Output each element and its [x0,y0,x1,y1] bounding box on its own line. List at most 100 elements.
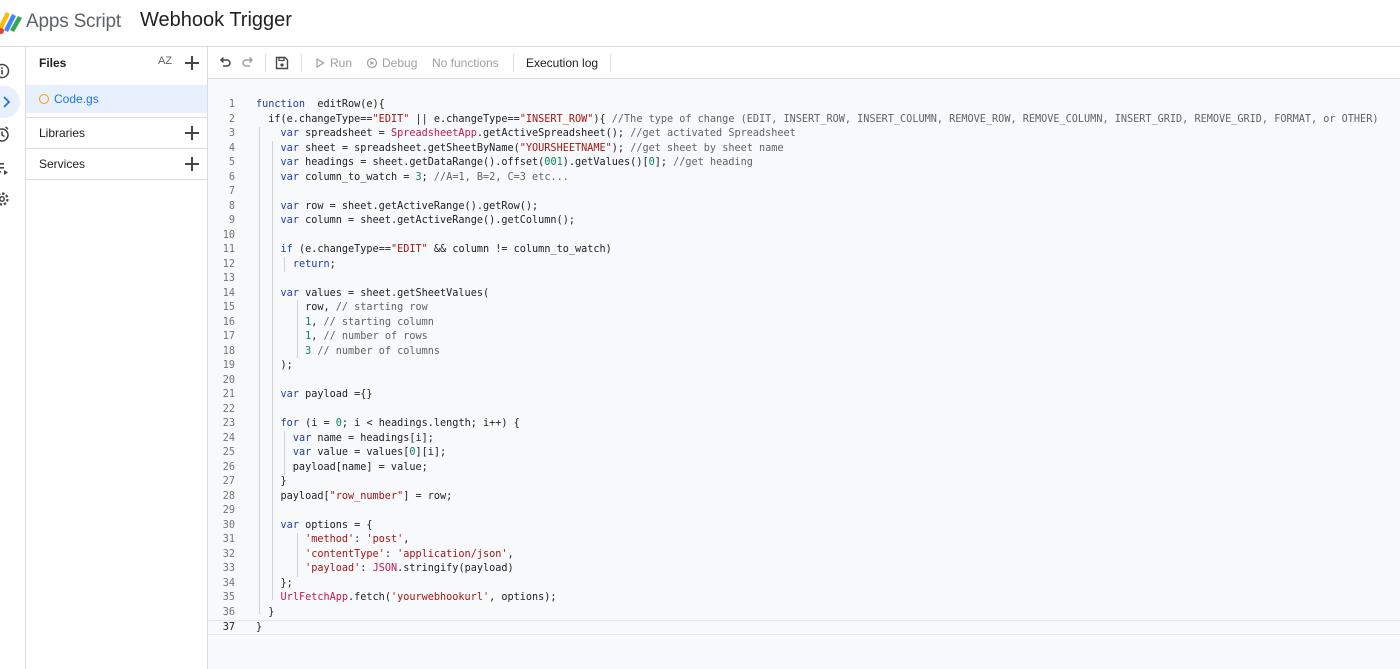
function-select[interactable]: No functions [432,47,499,79]
code-line[interactable]: 26 payload[name] = value; [208,461,1400,476]
files-header: Files AZ [26,47,207,79]
code-line[interactable]: 16 1, // starting column [208,316,1400,331]
code-token: //get sheet by sheet name [630,142,784,154]
code-line[interactable]: 8 var row = sheet.getActiveRange().getRo… [208,200,1400,215]
executions-button[interactable] [0,156,14,180]
code-token: : [384,548,398,560]
code-line[interactable]: 2 if(e.changeType=="EDIT" || e.changeTyp… [208,113,1400,128]
overview-button[interactable] [0,59,14,83]
line-number: 34 [222,577,235,589]
toolbar-separator [301,54,302,72]
redo-button[interactable] [241,47,255,79]
line-text: var sheet = spreadsheet.getSheetByName("… [256,142,784,157]
code-line[interactable]: 4 var sheet = spreadsheet.getSheetByName… [208,142,1400,157]
code-line[interactable]: 32 'contentType': 'application/json', [208,548,1400,563]
code-line[interactable]: 21 var payload ={} [208,388,1400,403]
code-line[interactable]: 24 var name = headings[i]; [208,432,1400,447]
editor-button[interactable] [0,86,20,118]
line-text: var row = sheet.getActiveRange().getRow(… [256,200,539,215]
code-token: var [280,171,299,183]
services-section[interactable]: Services [26,149,207,179]
line-text: }; [256,577,293,592]
code-token: for [280,418,299,429]
line-text: var column_to_watch = 3; //A=1, B=2, C=3… [256,171,569,186]
product-name[interactable]: Apps Script [26,11,121,33]
code-line[interactable]: 6 var column_to_watch = 3; //A=1, B=2, C… [208,171,1400,186]
code-line[interactable]: 25 var value = values[0][i]; [208,446,1400,461]
run-button[interactable]: Run [315,47,352,79]
line-number: 9 [228,215,235,226]
code-line[interactable]: 12 return; [208,258,1400,273]
code-line[interactable]: 35 UrlFetchApp.fetch('yourwebhookurl', o… [208,591,1400,606]
code-line[interactable]: 14 var values = sheet.getSheetValues( [208,287,1400,302]
line-text: var payload ={} [256,388,373,403]
code-token: } [256,622,263,633]
code-editor[interactable]: 1 function editRow(e){2 if(e.changeType==… [208,79,1400,669]
undo-button[interactable] [218,47,232,79]
debug-button[interactable]: Debug [366,47,417,79]
code-line[interactable]: 17 1, // number of rows [208,330,1400,345]
play-icon [316,58,325,68]
triggers-button[interactable] [0,122,14,146]
code-line[interactable]: 23 for (i = 0; i < headings.length; i++)… [208,417,1400,432]
code-token: UrlFetchApp [280,592,349,603]
code-line[interactable]: 5 var headings = sheet.getDataRange().of… [208,156,1400,171]
apps-script-logo-icon[interactable] [0,6,24,36]
code-token: var [280,157,299,168]
settings-button[interactable] [0,187,14,211]
code-line[interactable]: 9 var column = sheet.getActiveRange().ge… [208,214,1400,229]
add-service-icon[interactable] [185,157,199,171]
code-line[interactable]: 7 [208,185,1400,200]
code-line[interactable]: 13 [208,272,1400,287]
line-number: 20 [222,374,235,386]
code-line[interactable]: 11 if (e.changeType=="EDIT" && column !=… [208,243,1400,258]
line-number: 6 [228,171,235,183]
code-line[interactable]: 15 row, // starting row [208,301,1400,316]
line-text: 1, // number of rows [256,330,428,345]
line-number: 32 [222,548,235,560]
code-line[interactable]: 20 [208,374,1400,389]
add-library-icon[interactable] [185,126,199,140]
top-app-bar: Apps Script Webhook Trigger [0,0,1400,47]
code-line[interactable]: 31 'method': 'post', [208,533,1400,548]
code-line[interactable]: 10 [208,229,1400,244]
code-line[interactable]: 36 } [208,606,1400,621]
toolbar-separator [610,54,611,72]
line-number: 31 [222,534,235,545]
file-item-code-gs[interactable]: Code.gs [26,85,207,113]
code-line[interactable]: 30 var options = { [208,519,1400,534]
code-line[interactable]: 18 3 // number of columns [208,345,1400,360]
project-title[interactable]: Webhook Trigger [140,9,292,32]
code-line[interactable]: 27 } [208,475,1400,490]
code-token: : [360,563,373,574]
save-button[interactable] [275,47,289,79]
code-line[interactable]: 33 'payload': JSON.stringify(payload) [208,562,1400,577]
line-number: 36 [222,606,235,618]
libraries-section[interactable]: Libraries [26,118,207,148]
code-token: (e.changeType== [292,244,391,255]
code-line[interactable]: 29 [208,504,1400,519]
line-number: 2 [228,113,235,125]
code-line[interactable]: 22 [208,403,1400,418]
code-line[interactable]: 34 }; [208,577,1400,592]
code-line[interactable]: 19 ); [208,359,1400,374]
code-token: var [292,432,312,444]
add-file-icon[interactable] [185,56,199,70]
line-number: 21 [222,389,235,400]
sort-alphabetical-icon[interactable]: AZ [158,56,172,67]
code-line[interactable]: 1 function editRow(e){ [208,98,1400,113]
code-line[interactable]: 28 payload["row_number"] = row; [208,490,1400,505]
code-token: (i = [298,418,336,429]
code-token: ){ [593,113,612,125]
code-line[interactable]: 37} [208,620,1400,635]
code-token: ).getValues()[ [562,157,649,168]
execution-log-button[interactable]: Execution log [526,47,598,79]
line-number: 35 [222,592,235,603]
code-line[interactable]: 3 var spreadsheet = SpreadsheetApp.getAc… [208,127,1400,142]
line-number: 3 [228,128,235,139]
line-number: 37 [222,622,235,633]
